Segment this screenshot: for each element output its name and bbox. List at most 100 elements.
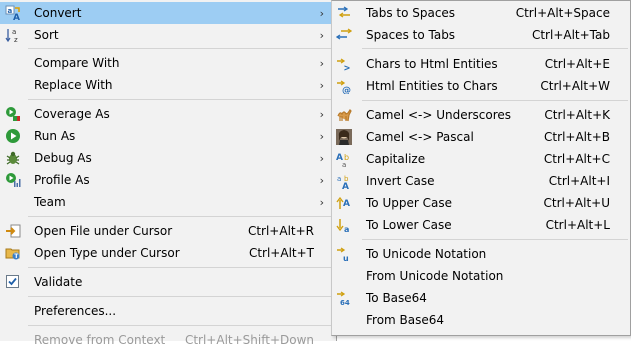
menu-item-preferences[interactable]: Preferences... xyxy=(0,300,336,322)
menu-item-open-file-under-cursor[interactable]: Open File under Cursor Ctrl+Alt+R xyxy=(0,220,336,242)
menu-item-label: Camel <-> Pascal xyxy=(366,130,474,144)
spaces-to-tabs-icon xyxy=(336,27,352,43)
debug-bug-icon xyxy=(5,150,21,166)
menu-item-label: From Unicode Notation xyxy=(366,269,504,283)
shortcut-label: Ctrl+Alt+K xyxy=(544,108,610,122)
open-type-icon: T xyxy=(5,245,21,261)
menu-item-tabs-to-spaces[interactable]: Tabs to Spaces Ctrl+Alt+Space xyxy=(332,2,630,24)
submenu-arrow-icon: › xyxy=(319,28,324,42)
menu-item-label: Team xyxy=(34,195,66,209)
menu-item-label: Debug As xyxy=(34,151,92,165)
shortcut-label: Ctrl+Alt+C xyxy=(543,152,610,166)
svg-text:z: z xyxy=(14,36,18,43)
svg-text:u: u xyxy=(343,254,349,262)
menu-item-label: Camel <-> Underscores xyxy=(366,108,512,122)
shortcut-label: Ctrl+Alt+T xyxy=(248,246,314,260)
menu-item-label: Preferences... xyxy=(34,304,117,318)
menu-item-from-unicode-notation[interactable]: From Unicode Notation xyxy=(332,265,630,287)
menu-item-to-unicode-notation[interactable]: u To Unicode Notation xyxy=(332,243,630,265)
menu-item-to-base64[interactable]: 64 To Base64 xyxy=(332,287,630,309)
html-to-chars-icon: @ xyxy=(336,78,352,94)
menu-item-label: Open Type under Cursor xyxy=(34,246,180,260)
menu-item-label: Capitalize xyxy=(366,152,426,166)
profile-icon xyxy=(5,172,21,188)
menu-item-replace-with[interactable]: Replace With › xyxy=(0,74,336,96)
menu-item-coverage-as[interactable]: Coverage As › xyxy=(0,103,336,125)
menu-item-from-base64[interactable]: From Base64 xyxy=(332,309,630,331)
shortcut-label: Ctrl+Alt+E xyxy=(544,57,610,71)
menu-item-invert-case[interactable]: abA Invert Case Ctrl+Alt+I xyxy=(332,170,630,192)
shortcut-label: Ctrl+Alt+Space xyxy=(515,6,610,20)
menu-item-label: To Upper Case xyxy=(366,196,452,210)
menu-separator xyxy=(28,267,334,268)
menu-item-chars-to-html-entities[interactable]: > Chars to Html Entities Ctrl+Alt+E xyxy=(332,53,630,75)
checkbox-checked-icon xyxy=(5,274,21,290)
tabs-to-spaces-icon xyxy=(336,5,352,21)
menu-separator xyxy=(28,325,334,326)
open-file-icon xyxy=(5,223,21,239)
menu-item-label: Profile As xyxy=(34,173,90,187)
shortcut-label: Ctrl+Alt+B xyxy=(544,130,610,144)
menu-item-run-as[interactable]: Run As › xyxy=(0,125,336,147)
svg-text:a: a xyxy=(344,225,349,233)
menu-separator xyxy=(28,99,334,100)
coverage-icon xyxy=(5,106,21,122)
submenu-arrow-icon: › xyxy=(319,107,324,121)
to-base64-icon: 64 xyxy=(336,290,352,306)
submenu-arrow-icon: › xyxy=(319,78,324,92)
menu-item-profile-as[interactable]: Profile As › xyxy=(0,169,336,191)
menu-separator xyxy=(28,296,334,297)
svg-text:A: A xyxy=(13,13,20,21)
svg-text:a: a xyxy=(12,28,16,36)
submenu-arrow-icon: › xyxy=(319,173,324,187)
invert-case-icon: abA xyxy=(336,173,352,189)
menu-item-to-lower-case[interactable]: a To Lower Case Ctrl+Alt+L xyxy=(332,214,630,236)
menu-item-label: Sort xyxy=(34,28,59,42)
menu-item-convert[interactable]: aA Convert › xyxy=(0,2,336,24)
menu-separator xyxy=(362,100,628,101)
submenu-arrow-icon: › xyxy=(319,151,324,165)
menu-item-html-entities-to-chars[interactable]: @ Html Entities to Chars Ctrl+Alt+W xyxy=(332,75,630,97)
lower-case-icon: a xyxy=(336,217,352,233)
menu-item-sort[interactable]: az Sort › xyxy=(0,24,336,46)
menu-item-label: From Base64 xyxy=(366,313,445,327)
menu-item-label: To Lower Case xyxy=(366,218,452,232)
menu-item-label: Coverage As xyxy=(34,107,110,121)
menu-item-to-upper-case[interactable]: A To Upper Case Ctrl+Alt+U xyxy=(332,192,630,214)
menu-item-label: Validate xyxy=(34,275,83,289)
menu-item-label: Replace With xyxy=(34,78,113,92)
menu-separator xyxy=(28,48,334,49)
menu-item-label: Compare With xyxy=(34,56,120,70)
menu-item-label: Invert Case xyxy=(366,174,435,188)
menu-item-camel-underscores[interactable]: Camel <-> Underscores Ctrl+Alt+K xyxy=(332,104,630,126)
shortcut-label: Ctrl+Alt+U xyxy=(543,196,611,210)
svg-text:@: @ xyxy=(342,86,351,94)
sort-az-icon: az xyxy=(5,27,21,43)
menu-item-camel-pascal[interactable]: Camel <-> Pascal Ctrl+Alt+B xyxy=(332,126,630,148)
to-unicode-icon: u xyxy=(336,246,352,262)
submenu-arrow-icon: › xyxy=(319,56,324,70)
convert-submenu: Tabs to Spaces Ctrl+Alt+Space Spaces to … xyxy=(331,0,631,336)
svg-text:a: a xyxy=(337,175,341,183)
run-icon xyxy=(5,128,21,144)
context-menu: aA Convert › az Sort › Compare With › Re… xyxy=(0,0,337,347)
menu-item-label: Html Entities to Chars xyxy=(366,79,498,93)
shortcut-label: Ctrl+Alt+R xyxy=(247,224,314,238)
menu-item-team[interactable]: Team › xyxy=(0,191,336,213)
submenu-arrow-icon: › xyxy=(319,6,324,20)
menu-item-label: Tabs to Spaces xyxy=(366,6,456,20)
menu-item-capitalize[interactable]: Aba Capitalize Ctrl+Alt+C xyxy=(332,148,630,170)
menu-separator xyxy=(362,239,628,240)
capitalize-icon: Aba xyxy=(336,151,352,167)
menu-item-validate[interactable]: Validate xyxy=(0,271,336,293)
menu-item-label: Run As xyxy=(34,129,76,143)
menu-item-compare-with[interactable]: Compare With › xyxy=(0,52,336,74)
menu-item-label: Spaces to Tabs xyxy=(366,28,456,42)
svg-text:a: a xyxy=(8,7,13,15)
menu-item-spaces-to-tabs[interactable]: Spaces to Tabs Ctrl+Alt+Tab xyxy=(332,24,630,46)
camel-icon xyxy=(336,107,352,123)
menu-separator xyxy=(28,216,334,217)
menu-item-label: Convert xyxy=(34,6,82,20)
menu-item-debug-as[interactable]: Debug As › xyxy=(0,147,336,169)
menu-item-open-type-under-cursor[interactable]: T Open Type under Cursor Ctrl+Alt+T xyxy=(0,242,336,264)
